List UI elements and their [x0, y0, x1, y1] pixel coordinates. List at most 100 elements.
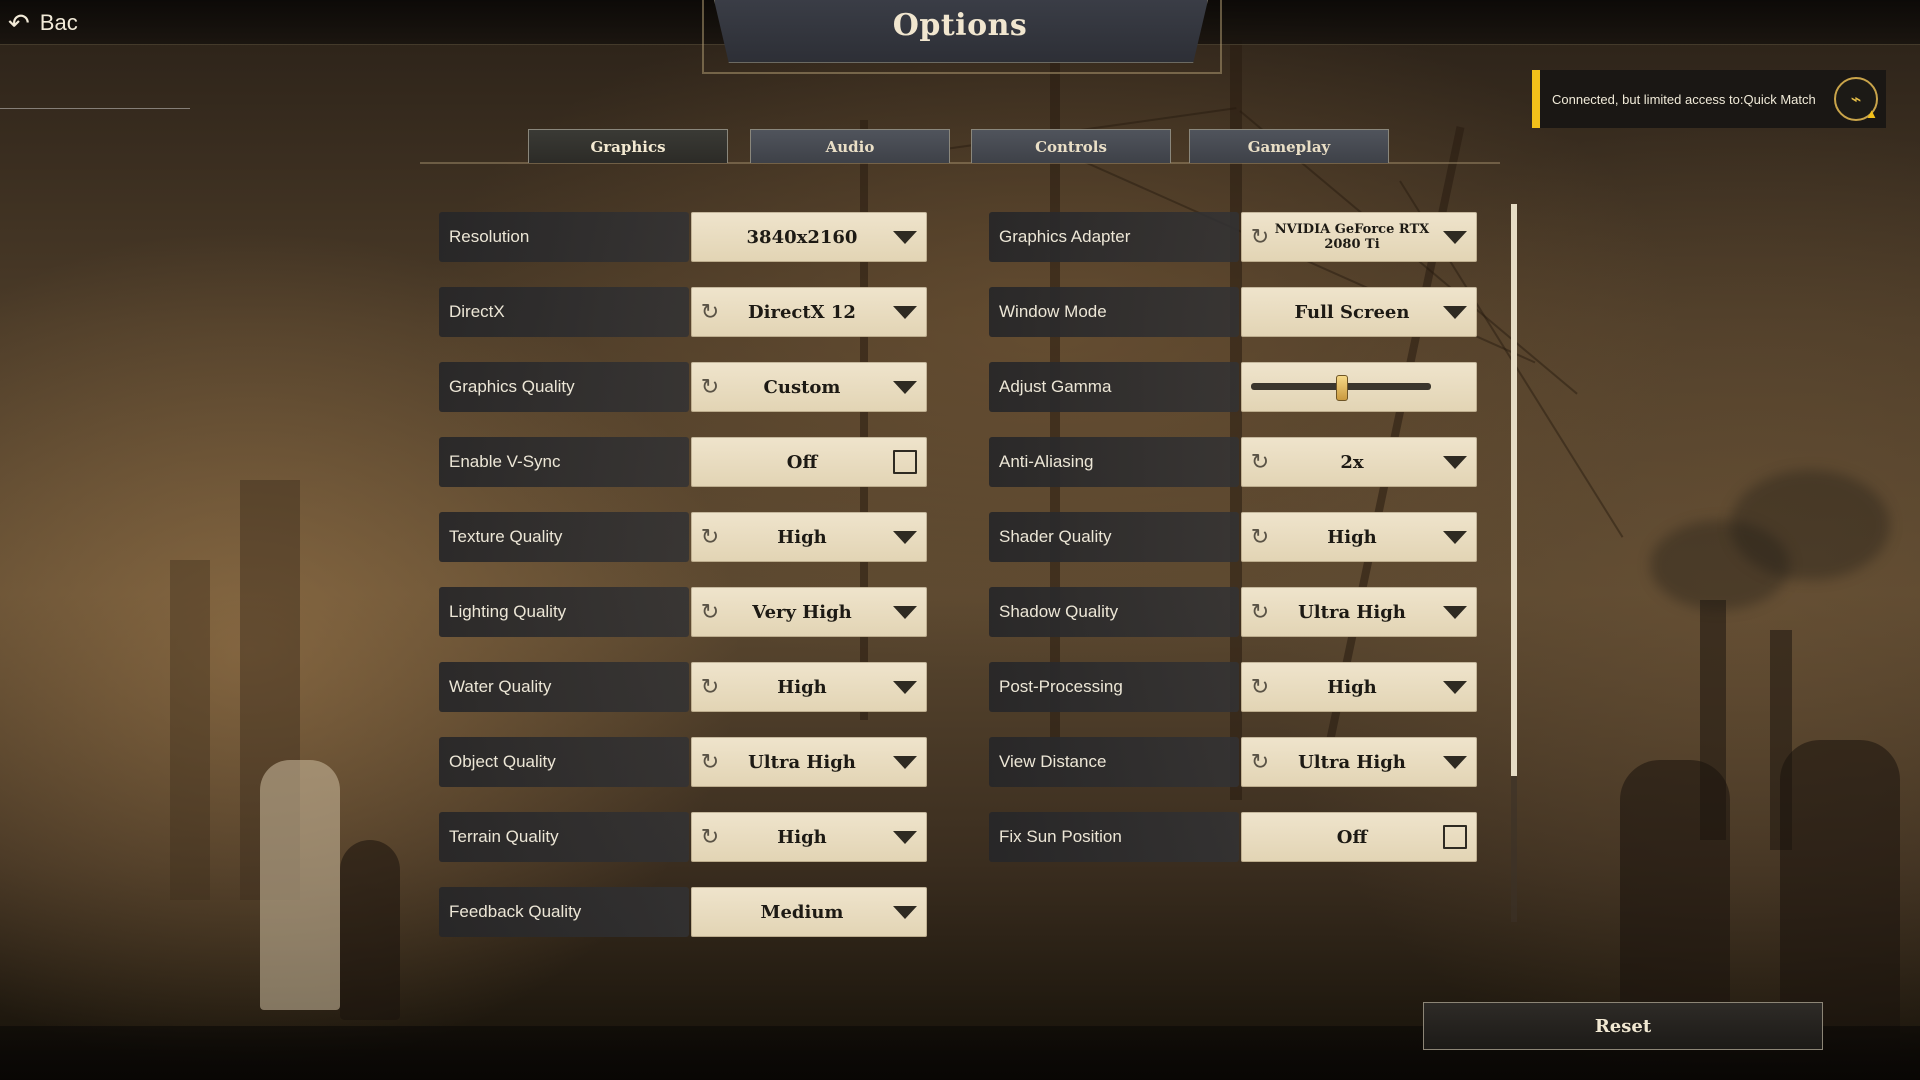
chevron-down-icon[interactable] — [1443, 681, 1467, 694]
setting-label-directx: DirectX — [439, 287, 689, 337]
setting-label-graphics-adapter: Graphics Adapter — [989, 212, 1239, 262]
texture-quality-dropdown[interactable]: ↻ High — [691, 512, 927, 562]
reset-default-icon[interactable]: ↻ — [1247, 749, 1273, 775]
reset-default-icon[interactable]: ↻ — [1247, 674, 1273, 700]
setting-row-fix-sun-position: Fix Sun Position Off — [989, 812, 1479, 862]
graphics-adapter-dropdown[interactable]: ↻ NVIDIA GeForce RTX 2080 Ti — [1241, 212, 1477, 262]
enable-v-sync-checkbox-box[interactable] — [893, 450, 917, 474]
chevron-down-icon[interactable] — [893, 606, 917, 619]
enable-v-sync-checkbox[interactable]: Off — [691, 437, 927, 487]
setting-row-lighting-quality: Lighting Quality ↻ Very High — [439, 587, 929, 637]
graphics-quality-dropdown[interactable]: ↻ Custom — [691, 362, 927, 412]
water-quality-value: High — [777, 676, 827, 698]
water-quality-dropdown[interactable]: ↻ High — [691, 662, 927, 712]
chevron-down-icon[interactable] — [1443, 306, 1467, 319]
scrollbar-thumb[interactable] — [1511, 204, 1517, 776]
anti-aliasing-value: 2x — [1340, 451, 1364, 473]
setting-label-texture-quality: Texture Quality — [439, 512, 689, 562]
setting-label-adjust-gamma: Adjust Gamma — [989, 362, 1239, 412]
chevron-down-icon[interactable] — [1443, 531, 1467, 544]
setting-label-enable-v-sync: Enable V-Sync — [439, 437, 689, 487]
reset-default-icon[interactable]: ↻ — [1247, 449, 1273, 475]
setting-row-adjust-gamma: Adjust Gamma — [989, 362, 1479, 412]
shader-quality-value: High — [1327, 526, 1377, 548]
reset-default-icon[interactable]: ↻ — [1247, 224, 1273, 250]
tab-audio[interactable]: Audio — [750, 129, 950, 163]
setting-label-shadow-quality: Shadow Quality — [989, 587, 1239, 637]
window-mode-value: Full Screen — [1294, 301, 1410, 323]
setting-row-object-quality: Object Quality ↻ Ultra High — [439, 737, 929, 787]
enable-v-sync-value: Off — [786, 451, 818, 473]
window-mode-dropdown[interactable]: Full Screen — [1241, 287, 1477, 337]
reset-default-icon[interactable]: ↻ — [1247, 599, 1273, 625]
post-processing-dropdown[interactable]: ↻ High — [1241, 662, 1477, 712]
reset-default-icon[interactable]: ↻ — [697, 599, 723, 625]
fix-sun-position-checkbox-box[interactable] — [1443, 825, 1467, 849]
reset-default-icon[interactable]: ↻ — [1247, 524, 1273, 550]
chevron-down-icon[interactable] — [1443, 756, 1467, 769]
resolution-dropdown[interactable]: 3840x2160 — [691, 212, 927, 262]
chevron-down-icon[interactable] — [893, 531, 917, 544]
setting-label-window-mode: Window Mode — [989, 287, 1239, 337]
lighting-quality-dropdown[interactable]: ↻ Very High — [691, 587, 927, 637]
tab-graphics[interactable]: Graphics — [528, 129, 728, 163]
tab-controls[interactable]: Controls — [971, 129, 1171, 163]
setting-row-graphics-quality: Graphics Quality ↻ Custom — [439, 362, 929, 412]
resolution-value: 3840x2160 — [746, 226, 858, 248]
object-quality-dropdown[interactable]: ↻ Ultra High — [691, 737, 927, 787]
reset-default-icon[interactable]: ↻ — [697, 749, 723, 775]
view-distance-value: Ultra High — [1298, 751, 1406, 773]
setting-label-graphics-quality: Graphics Quality — [439, 362, 689, 412]
terrain-quality-dropdown[interactable]: ↻ High — [691, 812, 927, 862]
setting-row-feedback-quality: Feedback Quality Medium — [439, 887, 929, 937]
graphics-adapter-value: NVIDIA GeForce RTX 2080 Ti — [1274, 222, 1430, 252]
fix-sun-position-checkbox[interactable]: Off — [1241, 812, 1477, 862]
reset-default-icon[interactable]: ↻ — [697, 824, 723, 850]
reset-default-icon[interactable]: ↻ — [697, 524, 723, 550]
reset-default-icon[interactable]: ↻ — [697, 674, 723, 700]
chevron-down-icon[interactable] — [893, 681, 917, 694]
adjust-gamma-slider[interactable] — [1241, 362, 1477, 412]
setting-row-terrain-quality: Terrain Quality ↻ High — [439, 812, 929, 862]
view-distance-dropdown[interactable]: ↻ Ultra High — [1241, 737, 1477, 787]
setting-label-feedback-quality: Feedback Quality — [439, 887, 689, 937]
chevron-down-icon[interactable] — [893, 381, 917, 394]
chevron-down-icon[interactable] — [1443, 456, 1467, 469]
chevron-down-icon[interactable] — [1443, 231, 1467, 244]
shadow-quality-dropdown[interactable]: ↻ Ultra High — [1241, 587, 1477, 637]
network-warning-icon: ⌁ ▲ — [1834, 77, 1878, 121]
feedback-quality-dropdown[interactable]: Medium — [691, 887, 927, 937]
directx-dropdown[interactable]: ↻ DirectX 12 — [691, 287, 927, 337]
chevron-down-icon[interactable] — [893, 906, 917, 919]
setting-row-shadow-quality: Shadow Quality ↻ Ultra High — [989, 587, 1479, 637]
setting-label-water-quality: Water Quality — [439, 662, 689, 712]
setting-row-view-distance: View Distance ↻ Ultra High — [989, 737, 1479, 787]
graphics-quality-value: Custom — [763, 376, 841, 398]
setting-label-object-quality: Object Quality — [439, 737, 689, 787]
reset-button[interactable]: Reset — [1423, 1002, 1823, 1050]
chevron-down-icon[interactable] — [893, 306, 917, 319]
reset-default-icon[interactable]: ↻ — [697, 299, 723, 325]
setting-row-directx: DirectX ↻ DirectX 12 — [439, 287, 929, 337]
setting-label-terrain-quality: Terrain Quality — [439, 812, 689, 862]
shader-quality-dropdown[interactable]: ↻ High — [1241, 512, 1477, 562]
object-quality-value: Ultra High — [748, 751, 856, 773]
back-button[interactable]: ↶ Bac — [8, 6, 148, 40]
chevron-down-icon[interactable] — [1443, 606, 1467, 619]
chevron-down-icon[interactable] — [893, 756, 917, 769]
texture-quality-value: High — [777, 526, 827, 548]
feedback-quality-value: Medium — [760, 901, 844, 923]
gamma-slider-thumb[interactable] — [1336, 375, 1348, 401]
lighting-quality-value: Very High — [752, 601, 852, 623]
setting-row-water-quality: Water Quality ↻ High — [439, 662, 929, 712]
tab-gameplay[interactable]: Gameplay — [1189, 129, 1389, 163]
reset-default-icon[interactable]: ↻ — [697, 374, 723, 400]
back-label: Bac — [39, 10, 78, 35]
setting-label-lighting-quality: Lighting Quality — [439, 587, 689, 637]
setting-row-post-processing: Post-Processing ↻ High — [989, 662, 1479, 712]
chevron-down-icon[interactable] — [893, 831, 917, 844]
anti-aliasing-dropdown[interactable]: ↻ 2x — [1241, 437, 1477, 487]
shadow-quality-value: Ultra High — [1298, 601, 1406, 623]
setting-row-shader-quality: Shader Quality ↻ High — [989, 512, 1479, 562]
chevron-down-icon[interactable] — [893, 231, 917, 244]
